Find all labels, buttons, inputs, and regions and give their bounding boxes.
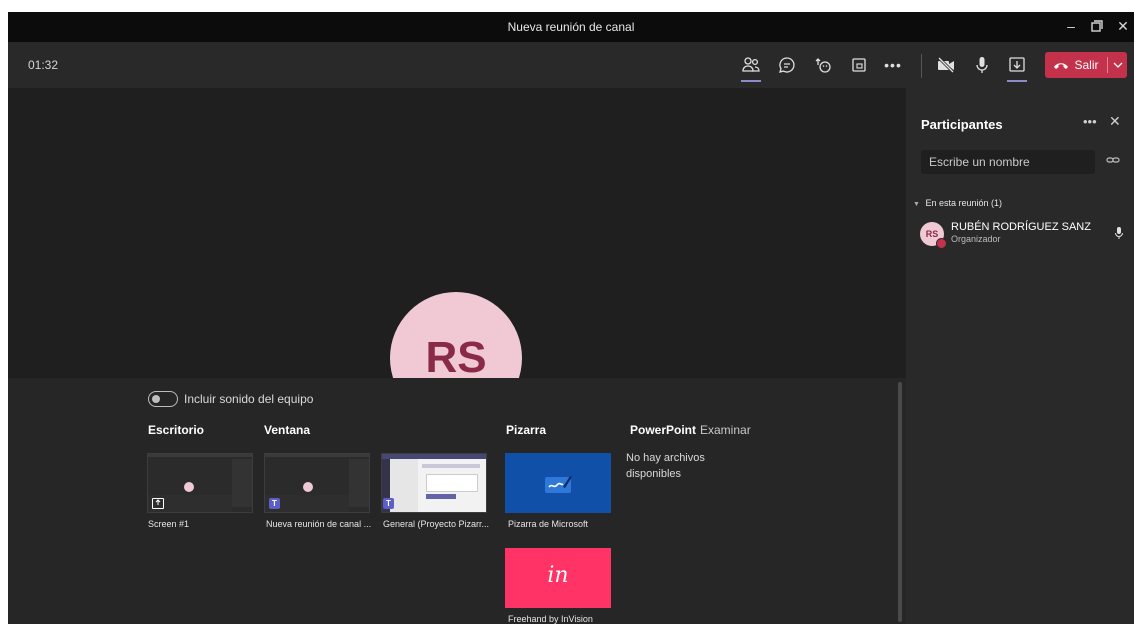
chevron-down-icon[interactable] bbox=[1108, 52, 1127, 78]
title-bar: Nueva reunión de canal – ✕ bbox=[8, 12, 1134, 42]
include-sound-toggle[interactable] bbox=[148, 391, 178, 407]
leave-label: Salir bbox=[1074, 58, 1099, 72]
in-meeting-section[interactable]: ▼ En esta reunión (1) bbox=[913, 198, 1002, 208]
meeting-stage: RS Incluir sonido del equipo Escritorio … bbox=[8, 88, 906, 624]
tray-scrollbar[interactable] bbox=[898, 382, 902, 622]
more-options-icon[interactable]: ••• bbox=[1083, 114, 1097, 129]
microphone-icon bbox=[1114, 226, 1124, 245]
whiteboard-label: Pizarra de Microsoft bbox=[508, 519, 589, 529]
participants-title: Participantes bbox=[921, 117, 1003, 132]
teams-app-icon: T bbox=[383, 498, 394, 509]
invision-freehand-tile[interactable]: in bbox=[505, 548, 611, 608]
no-files-message: No hay archivos disponibles bbox=[626, 452, 705, 480]
meeting-timer: 01:32 bbox=[28, 58, 59, 72]
close-window-icon[interactable]: ✕ bbox=[1112, 16, 1134, 36]
window-title: Nueva reunión de canal bbox=[507, 20, 635, 34]
leave-button[interactable]: Salir bbox=[1045, 52, 1127, 78]
close-icon[interactable]: ✕ bbox=[1109, 113, 1121, 130]
browse-link[interactable]: Examinar bbox=[700, 423, 751, 437]
whiteboard-header: Pizarra bbox=[506, 423, 547, 437]
invision-logo: in bbox=[547, 563, 569, 588]
share-tray: Incluir sonido del equipo Escritorio Ven… bbox=[8, 378, 906, 624]
reactions-icon[interactable] bbox=[810, 52, 836, 78]
screen-thumbnail[interactable] bbox=[147, 453, 253, 513]
restore-icon[interactable] bbox=[1086, 16, 1108, 36]
toggle-knob bbox=[152, 395, 160, 403]
upload-icon bbox=[152, 498, 164, 509]
camera-off-icon[interactable] bbox=[933, 52, 959, 78]
share-content-icon[interactable] bbox=[1004, 52, 1030, 82]
window-label-meeting: Nueva reunión de canal ... bbox=[266, 519, 372, 529]
participants-panel: Participantes ••• ✕ ▼ En esta reunión (1… bbox=[906, 88, 1134, 624]
status-badge bbox=[936, 238, 947, 249]
meeting-toolbar: 01:32 ••• Salir bbox=[8, 42, 1134, 88]
window-header: Ventana bbox=[264, 423, 311, 437]
powerpoint-header: PowerPoint bbox=[630, 423, 697, 437]
desktop-header: Escritorio bbox=[148, 423, 205, 437]
leave-main[interactable]: Salir bbox=[1045, 52, 1107, 78]
more-options-icon[interactable]: ••• bbox=[880, 52, 906, 78]
chat-icon[interactable] bbox=[774, 52, 800, 78]
in-meeting-label: En esta reunión (1) bbox=[925, 198, 1002, 208]
screen-label: Screen #1 bbox=[148, 519, 190, 529]
window-label-general: General (Proyecto Pizarr... bbox=[383, 519, 490, 529]
toolbar-separator bbox=[921, 54, 922, 78]
hang-up-icon bbox=[1054, 63, 1069, 69]
caret-down-icon: ▼ bbox=[913, 201, 920, 208]
share-invite-link-icon[interactable] bbox=[1106, 153, 1120, 172]
minimize-icon[interactable]: – bbox=[1060, 16, 1082, 36]
participant-role: Organizador bbox=[951, 234, 1001, 244]
invision-label: Freehand by InVision bbox=[508, 614, 593, 624]
participant-name: RUBÉN RODRÍGUEZ SANZ bbox=[951, 221, 1091, 233]
participant-row[interactable]: RS RUBÉN RODRÍGUEZ SANZ Organizador bbox=[906, 216, 1134, 250]
teams-meeting-window: Nueva reunión de canal – ✕ 01:32 ••• Sal… bbox=[8, 12, 1134, 624]
participants-icon[interactable] bbox=[738, 52, 764, 82]
whiteboard-icon bbox=[545, 476, 572, 493]
teams-app-icon: T bbox=[269, 498, 280, 509]
breakout-rooms-icon[interactable] bbox=[846, 52, 872, 78]
microsoft-whiteboard-tile[interactable] bbox=[505, 453, 611, 513]
window-thumbnail-general[interactable]: T bbox=[381, 453, 487, 513]
window-thumbnail-meeting[interactable]: T bbox=[264, 453, 370, 513]
microphone-icon[interactable] bbox=[969, 52, 995, 78]
include-sound-label: Incluir sonido del equipo bbox=[184, 392, 314, 406]
participant-search-input[interactable] bbox=[921, 150, 1095, 174]
